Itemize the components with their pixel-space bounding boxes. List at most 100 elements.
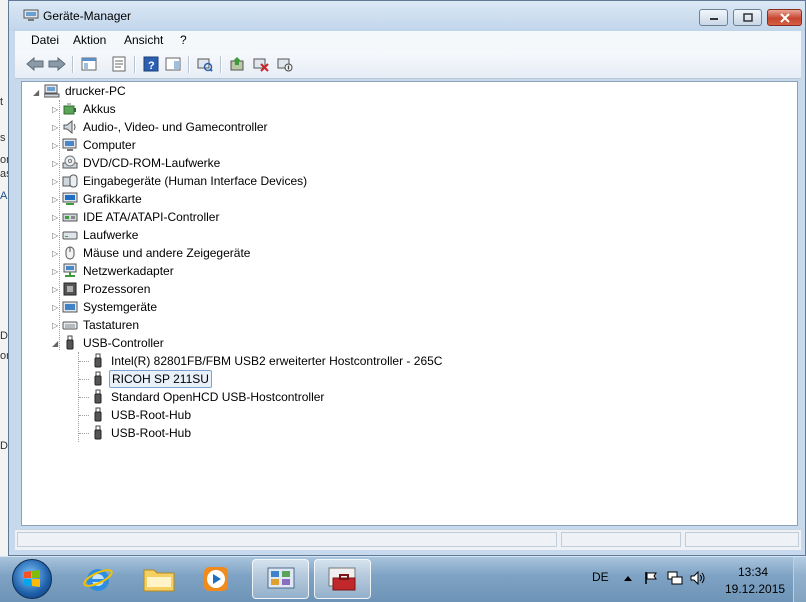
svg-text:?: ? bbox=[148, 60, 155, 72]
expand-category-icon[interactable]: ▷ bbox=[52, 303, 58, 312]
menu-bar: Datei Aktion Ansicht ? bbox=[15, 31, 801, 52]
toolbox-icon bbox=[328, 567, 355, 591]
usb-device-item[interactable]: Standard OpenHCD USB-Hostcontroller bbox=[90, 388, 326, 406]
show-desktop-button[interactable] bbox=[793, 557, 806, 602]
chevron-up-icon bbox=[624, 576, 632, 581]
expand-category-icon[interactable]: ▷ bbox=[52, 177, 58, 186]
ide-controller-icon bbox=[62, 213, 78, 222]
usb-icon bbox=[94, 389, 102, 404]
show-hidden-icons-button[interactable] bbox=[620, 570, 636, 586]
console-tree-icon bbox=[81, 57, 97, 71]
tree-category[interactable]: Eingabegeräte (Human Interface Devices) bbox=[62, 172, 309, 190]
expand-category-icon[interactable]: ▷ bbox=[52, 159, 58, 168]
device-tree-panel: ◢ drucker-PC ▷ Akkus ▷ Audio-, Video- und G… bbox=[21, 81, 798, 526]
tree-root-drucker-pc[interactable]: drucker-PC bbox=[44, 82, 128, 100]
title-bar[interactable]: Geräte-Manager bbox=[9, 1, 805, 31]
taskbar-control-panel[interactable] bbox=[252, 559, 309, 599]
minimize-button[interactable] bbox=[699, 9, 728, 26]
clock-time[interactable]: 13:34 bbox=[738, 565, 768, 579]
action-center-icon[interactable] bbox=[643, 570, 659, 586]
help-button[interactable]: ? bbox=[141, 55, 161, 73]
menu-ansicht[interactable]: Ansicht bbox=[124, 33, 163, 47]
tree-category[interactable]: Grafikkarte bbox=[62, 190, 144, 208]
uninstall-button[interactable] bbox=[251, 55, 271, 73]
disable-button[interactable] bbox=[275, 55, 295, 73]
keyboard-icon bbox=[62, 321, 78, 330]
update-driver-button[interactable] bbox=[227, 55, 247, 73]
status-cell bbox=[17, 532, 557, 547]
expand-category-icon[interactable]: ▷ bbox=[52, 285, 58, 294]
usb-device-item[interactable]: USB-Root-Hub bbox=[90, 424, 193, 442]
menu-help[interactable]: ? bbox=[180, 33, 187, 47]
minimize-icon bbox=[709, 17, 718, 20]
expand-category-icon[interactable]: ▷ bbox=[52, 123, 58, 132]
show-hide-console-tree-button[interactable] bbox=[79, 55, 99, 73]
disk-drive-icon bbox=[62, 231, 78, 240]
usb-icon bbox=[94, 353, 102, 368]
taskbar-device-manager[interactable] bbox=[314, 559, 371, 599]
bg-fragment: D bbox=[0, 330, 8, 342]
dvd-drive-icon bbox=[62, 155, 78, 169]
back-arrow-icon bbox=[26, 57, 44, 71]
back-button[interactable] bbox=[25, 55, 45, 73]
usb-icon bbox=[94, 407, 102, 422]
system-device-icon bbox=[62, 301, 78, 313]
start-button[interactable] bbox=[12, 559, 52, 599]
taskbar-explorer[interactable] bbox=[130, 559, 187, 599]
expand-category-icon[interactable]: ▷ bbox=[52, 267, 58, 276]
clock-date[interactable]: 19.12.2015 bbox=[725, 582, 785, 596]
display-adapter-icon bbox=[62, 192, 78, 205]
expand-category-icon[interactable]: ▷ bbox=[52, 105, 58, 114]
collapse-root-icon[interactable]: ◢ bbox=[33, 88, 39, 97]
tree-category[interactable]: IDE ATA/ATAPI-Controller bbox=[62, 208, 221, 226]
windows-logo-icon bbox=[24, 570, 40, 587]
close-icon bbox=[779, 12, 790, 23]
tree-category[interactable]: DVD/CD-ROM-Laufwerke bbox=[62, 154, 222, 172]
usb-device-item[interactable]: USB-Root-Hub bbox=[90, 406, 193, 424]
action-pane-button[interactable] bbox=[163, 55, 183, 73]
expand-category-icon[interactable]: ▷ bbox=[52, 213, 58, 222]
usb-device-item[interactable]: Intel(R) 82801FB/FBM USB2 erweiterter Ho… bbox=[90, 352, 444, 370]
expand-category-icon[interactable]: ▷ bbox=[52, 141, 58, 150]
collapse-category-icon[interactable]: ◢ bbox=[52, 339, 58, 348]
tree-category-label: DVD/CD-ROM-Laufwerke bbox=[83, 156, 221, 170]
usb-device-label: Intel(R) 82801FB/FBM USB2 erweiterter Ho… bbox=[111, 354, 443, 368]
tree-category[interactable]: Laufwerke bbox=[62, 226, 140, 244]
expand-category-icon[interactable]: ▷ bbox=[52, 249, 58, 258]
usb-device-item[interactable]: RICOH SP 211SU bbox=[90, 370, 212, 388]
tree-root-label: drucker-PC bbox=[65, 84, 126, 98]
menu-aktion[interactable]: Aktion bbox=[73, 33, 106, 47]
tree-category[interactable]: Tastaturen bbox=[62, 316, 141, 334]
expand-category-icon[interactable]: ▷ bbox=[52, 231, 58, 240]
properties-button[interactable] bbox=[109, 55, 129, 73]
tree-category[interactable]: Computer bbox=[62, 136, 138, 154]
device-manager-window: Geräte-Manager Datei Aktion Ansicht ? ? … bbox=[8, 0, 806, 556]
tree-category[interactable]: Systemgeräte bbox=[62, 298, 159, 316]
tree-category[interactable]: USB-Controller bbox=[62, 334, 166, 352]
volume-tray-icon[interactable] bbox=[690, 570, 706, 586]
tree-category[interactable]: Audio-, Video- und Gamecontroller bbox=[62, 118, 270, 136]
tree-category[interactable]: Prozessoren bbox=[62, 280, 152, 298]
tree-category-label: Laufwerke bbox=[83, 228, 139, 242]
speaker-icon bbox=[690, 571, 705, 585]
window-title: Geräte-Manager bbox=[43, 9, 132, 23]
folder-icon bbox=[143, 569, 174, 592]
tree-category[interactable]: Akkus bbox=[62, 100, 118, 118]
tree-category[interactable]: Netzwerkadapter bbox=[62, 262, 176, 280]
network-tray-icon[interactable] bbox=[667, 570, 683, 586]
taskbar-media-player[interactable] bbox=[187, 559, 244, 599]
tree-category-label: Prozessoren bbox=[83, 282, 151, 296]
tree-category[interactable]: Mäuse und andere Zeigegeräte bbox=[62, 244, 252, 262]
tree-category-label: Audio-, Video- und Gamecontroller bbox=[83, 120, 268, 134]
expand-category-icon[interactable]: ▷ bbox=[52, 195, 58, 204]
menu-datei[interactable]: Datei bbox=[31, 33, 59, 47]
expand-category-icon[interactable]: ▷ bbox=[52, 321, 58, 330]
bg-fragment: D bbox=[0, 440, 8, 452]
language-indicator[interactable]: DE bbox=[592, 570, 609, 584]
update-driver-icon bbox=[230, 57, 244, 71]
maximize-button[interactable] bbox=[733, 9, 762, 26]
close-button[interactable] bbox=[767, 9, 802, 26]
taskbar-internet-explorer[interactable] bbox=[69, 559, 126, 599]
scan-hardware-button[interactable] bbox=[195, 55, 215, 73]
forward-button[interactable] bbox=[47, 55, 67, 73]
